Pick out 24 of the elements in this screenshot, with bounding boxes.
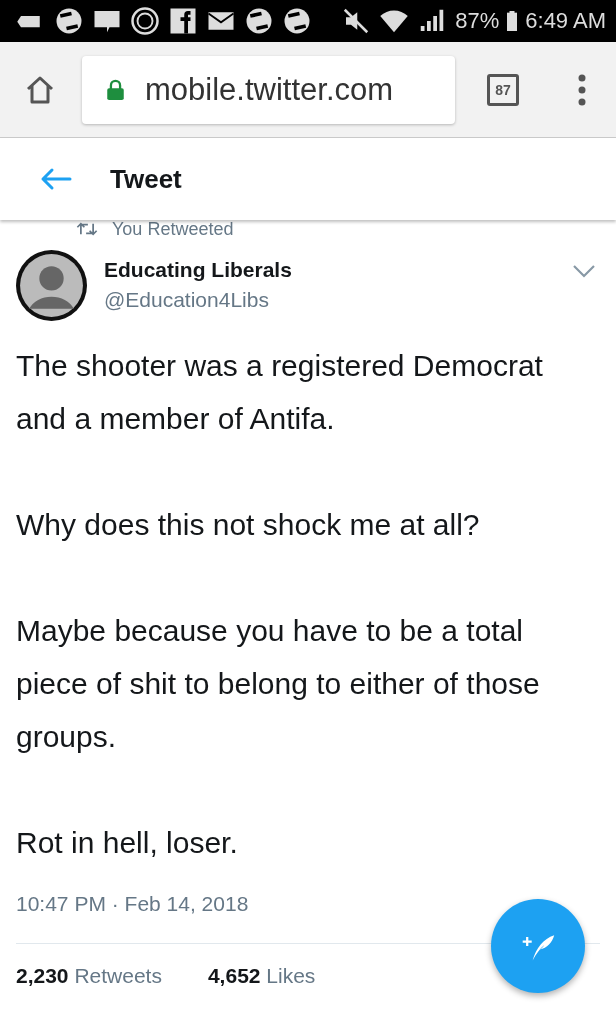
compose-button[interactable] (491, 899, 585, 993)
engagement-count[interactable]: 2,230 Retweets (16, 964, 162, 988)
tweet-text: Rot in hell, loser. (16, 825, 239, 861)
clock: 6:49 AM (525, 8, 606, 34)
facebook-icon (168, 6, 198, 36)
lock-icon (106, 78, 125, 101)
author-handle[interactable]: @Education4Libs (104, 284, 269, 316)
chevron-down-icon[interactable] (572, 264, 596, 278)
engagement-count[interactable]: 4,652 Likes (207, 964, 316, 988)
address-bar[interactable]: mobile.twitter.com (82, 55, 455, 124)
retweet-note: You Retweeted (112, 220, 234, 238)
menu-icon[interactable] (578, 73, 586, 106)
retweet-icon (76, 222, 98, 236)
battery-percentage: 87% (455, 8, 500, 34)
tweet-text: Maybe because you have to be a total piece of shit to belong to either of those groups. (16, 613, 541, 755)
author-name[interactable]: Educating Liberals (104, 256, 292, 284)
header-title: Tweet (110, 163, 182, 195)
tweet-timestamp: 10:47 PM · Feb 14, 2018 (15, 891, 250, 917)
avatar[interactable] (16, 250, 87, 321)
tweet-text: The shooter was a registered Democrat and a member of Antifa. (16, 348, 544, 437)
back-arrow-icon[interactable] (40, 167, 72, 191)
battery-icon (507, 10, 518, 32)
tweet-text: Why does this not shock me at all? (16, 507, 481, 543)
tab-count[interactable]: 87 (487, 73, 519, 106)
